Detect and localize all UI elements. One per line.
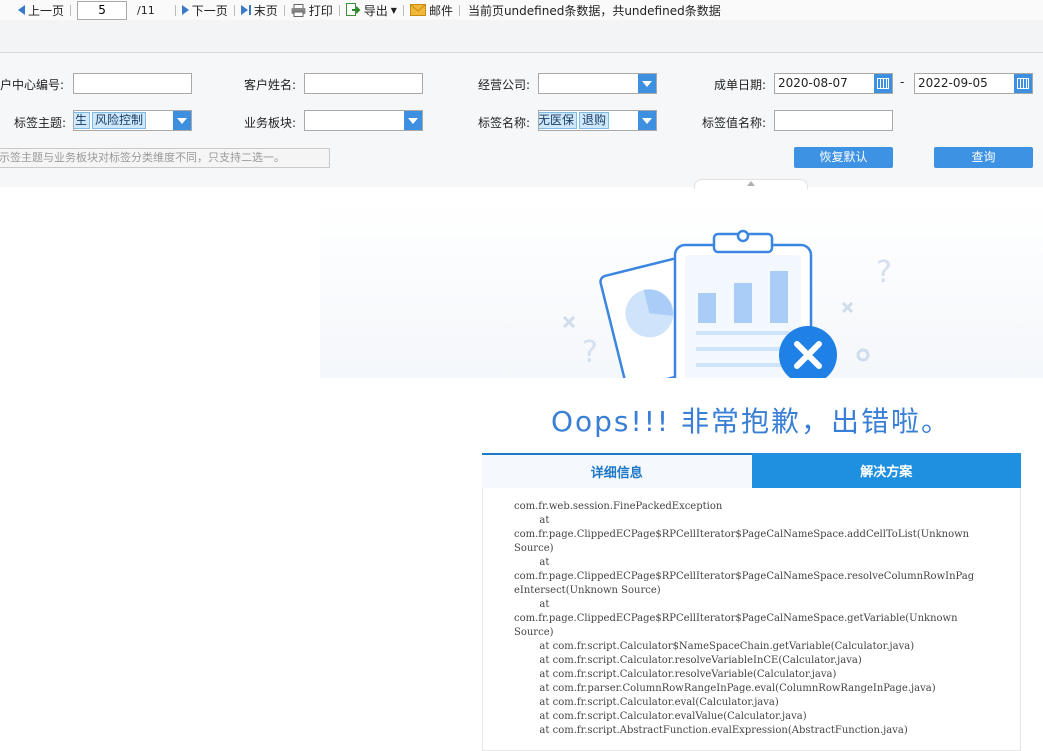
tag-name-label: 标签名称: bbox=[478, 116, 531, 130]
tag-name-select[interactable]: 无医保 退购 bbox=[538, 110, 657, 131]
stack-trace-line: at bbox=[539, 599, 550, 610]
mail-label: 邮件 bbox=[428, 3, 453, 18]
tab-details[interactable]: 详细信息 bbox=[482, 453, 752, 488]
stack-trace: com.fr.web.session.FinePackedException a… bbox=[514, 500, 1020, 738]
customer-center-id-label: 户中心编号: bbox=[0, 78, 65, 92]
toolbar-divider bbox=[402, 4, 404, 16]
stack-trace-line: at com.fr.script.AbstractFunction.evalEx… bbox=[539, 725, 908, 736]
toolbar-divider bbox=[338, 4, 340, 16]
customer-name-input[interactable] bbox=[304, 73, 423, 94]
last-page-button[interactable]: 末页 bbox=[237, 2, 282, 19]
next-page-label: 下一页 bbox=[191, 3, 228, 18]
tag-value-name-input[interactable] bbox=[774, 110, 893, 131]
stack-trace-line: Source) bbox=[514, 543, 554, 554]
prev-arrow-icon bbox=[18, 5, 25, 15]
next-page-button[interactable]: 下一页 bbox=[178, 2, 232, 19]
reset-defaults-button[interactable]: 恢复默认 bbox=[794, 147, 893, 168]
print-button[interactable]: 打印 bbox=[287, 2, 337, 19]
stack-trace-line: at com.fr.parser.ColumnRowRangeInPage.ev… bbox=[539, 683, 936, 694]
stack-trace-line: com.fr.page.ClippedECPage$RPCellIterator… bbox=[514, 613, 958, 624]
error-tabs: 详细信息 解决方案 bbox=[482, 453, 1021, 488]
order-date-label: 成单日期: bbox=[714, 78, 767, 92]
date-range-separator: - bbox=[900, 75, 905, 89]
business-block-select[interactable] bbox=[304, 110, 423, 131]
error-title: Oops!!! 非常抱歉，出错啦。 bbox=[550, 405, 952, 438]
business-block-label: 业务板块: bbox=[244, 116, 297, 130]
stack-trace-line: com.fr.page.ClippedECPage$RPCellIterator… bbox=[514, 529, 970, 540]
customer-name-label: 客户姓名: bbox=[244, 78, 297, 92]
page-total-label: /11 bbox=[137, 3, 155, 17]
export-label: 导出 bbox=[363, 3, 388, 18]
chevron-down-icon[interactable] bbox=[638, 74, 656, 93]
stack-trace-line: com.fr.web.session.FinePackedException bbox=[514, 501, 723, 512]
filter-panel: 户中心编号: 客户姓名: 经营公司: 成单日期: 2020-08-07 - 20… bbox=[0, 53, 1043, 187]
export-icon bbox=[345, 3, 361, 16]
date-from-value: 2020-08-07 bbox=[778, 76, 848, 90]
stack-trace-line: at com.fr.script.Calculator.resolveVaria… bbox=[539, 655, 862, 666]
dropdown-caret-icon: ▼ bbox=[390, 5, 397, 15]
toolbar-divider bbox=[458, 4, 460, 16]
page-number-input[interactable] bbox=[77, 0, 128, 20]
prev-page-button[interactable]: 上一页 bbox=[14, 2, 68, 19]
toolbar-divider bbox=[70, 4, 72, 16]
stack-trace-line: at com.fr.script.Calculator$NameSpaceCha… bbox=[539, 641, 915, 652]
error-report-icon: ? ? bbox=[562, 229, 892, 407]
stack-trace-line: com.fr.page.ClippedECPage$RPCellIterator… bbox=[514, 571, 975, 582]
filter-hint: 示签主题与业务板块对标签分类维度不同，只支持二选一。 bbox=[0, 148, 330, 168]
svg-text:?: ? bbox=[876, 255, 892, 290]
last-page-icon bbox=[240, 5, 251, 15]
selected-tag[interactable]: 退购 bbox=[579, 112, 610, 129]
stack-trace-line: eIntersect(Unknown Source) bbox=[514, 585, 661, 596]
selected-tag[interactable]: 无医保 bbox=[539, 112, 578, 129]
date-from-input[interactable]: 2020-08-07 bbox=[774, 73, 893, 94]
query-button[interactable]: 查询 bbox=[934, 147, 1033, 168]
stack-trace-line: at bbox=[539, 515, 550, 526]
date-to-input[interactable]: 2022-09-05 bbox=[914, 73, 1033, 94]
company-label: 经营公司: bbox=[478, 78, 531, 92]
toolbar-divider bbox=[233, 4, 235, 16]
selected-tag[interactable]: 生 bbox=[74, 112, 91, 129]
chevron-down-icon[interactable] bbox=[638, 111, 656, 130]
calendar-icon[interactable] bbox=[1014, 74, 1032, 93]
tab-solution[interactable]: 解决方案 bbox=[751, 453, 1021, 488]
calendar-icon[interactable] bbox=[874, 74, 892, 93]
stack-trace-line: at com.fr.script.Calculator.eval(Calcula… bbox=[539, 697, 779, 708]
toolbar-divider bbox=[174, 4, 176, 16]
error-illustration: ? ? bbox=[320, 200, 1043, 407]
toolbar-spacer bbox=[0, 20, 1043, 53]
tag-topic-label: 标签主题: bbox=[14, 116, 67, 130]
export-button[interactable]: 导出 ▼ bbox=[342, 2, 401, 19]
record-count-status: 当前页undefined条数据，共undefined条数据 bbox=[467, 3, 721, 18]
stack-trace-line: Source) bbox=[514, 627, 554, 638]
chevron-down-icon[interactable] bbox=[404, 111, 422, 130]
prev-page-label: 上一页 bbox=[28, 3, 65, 18]
next-arrow-icon bbox=[181, 5, 189, 15]
printer-icon bbox=[291, 3, 306, 17]
report-toolbar: 上一页 /11 下一页 末页 打印 导出 ▼ 邮件 bbox=[0, 0, 1043, 20]
company-select[interactable] bbox=[538, 73, 657, 94]
mail-icon bbox=[409, 4, 426, 16]
error-details-panel: com.fr.web.session.FinePackedException a… bbox=[482, 488, 1021, 751]
toolbar-divider bbox=[283, 4, 285, 16]
date-to-value: 2022-09-05 bbox=[918, 76, 988, 90]
print-label: 打印 bbox=[308, 3, 333, 18]
stack-trace-line: at bbox=[539, 557, 550, 568]
mail-button[interactable]: 邮件 bbox=[406, 2, 457, 19]
collapse-filter-toggle[interactable] bbox=[694, 179, 808, 189]
last-page-label: 末页 bbox=[253, 3, 278, 18]
tag-value-name-label: 标签值名称: bbox=[702, 116, 767, 130]
selected-tag[interactable]: 风险控制 bbox=[92, 112, 147, 129]
chevron-down-icon[interactable] bbox=[173, 111, 191, 130]
stack-trace-line: at com.fr.script.Calculator.evalValue(Ca… bbox=[539, 711, 807, 722]
stack-trace-line: at com.fr.script.Calculator.resolveVaria… bbox=[539, 669, 837, 680]
tag-topic-select[interactable]: 生风险控制 bbox=[73, 110, 192, 131]
svg-text:?: ? bbox=[582, 335, 598, 370]
customer-center-id-input[interactable] bbox=[73, 73, 192, 94]
